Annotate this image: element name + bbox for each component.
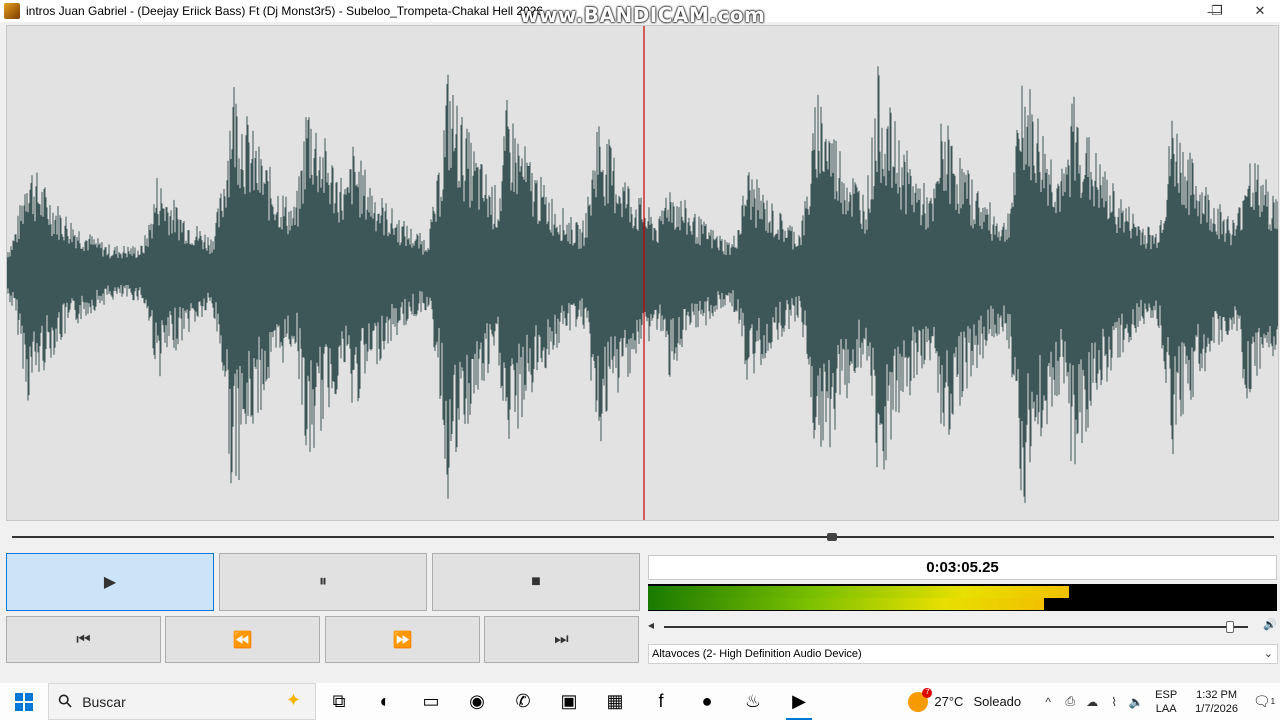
search-icon: ⚲ (53, 689, 77, 713)
red-app-icon[interactable]: ◉ (454, 683, 500, 720)
clock-date: 1/7/2026 (1195, 702, 1238, 715)
taskbar-apps: ⧉ ◐ ▭ ◉ ✆ ▣ ▦ f ● ♨ ▶ (316, 683, 822, 720)
previous-button[interactable]: ⏮ (6, 616, 161, 663)
bandicam-record-icon[interactable]: ● (684, 683, 730, 720)
weather-badge: 7 (922, 687, 933, 698)
language-code: ESP (1155, 688, 1178, 701)
volume-track[interactable] (664, 626, 1248, 628)
level-meter-right (648, 598, 1045, 610)
close-button[interactable]: ✕ (1238, 0, 1280, 22)
green-app-icon[interactable]: ▦ (592, 683, 638, 720)
weather-sun-icon[interactable]: 7 (908, 687, 933, 712)
player-app-icon[interactable]: ▶ (776, 683, 822, 720)
speaker-icon[interactable]: 🔈 (1125, 695, 1147, 709)
seek-slider[interactable] (12, 533, 1274, 541)
facebook-icon[interactable]: f (638, 683, 684, 720)
system-tray: 7 27°C Soleado ^ ⎙ ☁ ⌇ 🔈 ESP LAA 1:32 PM… (908, 683, 1280, 720)
app-icon (4, 3, 20, 19)
output-device-label: Altavoces (2- High Definition Audio Devi… (652, 648, 862, 660)
keyboard-layout: LAA (1155, 702, 1177, 715)
level-meter (648, 584, 1277, 611)
task-view-icon[interactable]: ⧉ (316, 683, 362, 720)
folder-icon[interactable]: ▭ (408, 683, 454, 720)
taskbar: ⚲ Buscar ✦ ⧉ ◐ ▭ ◉ ✆ ▣ ▦ f ● ♨ ▶ 7 27°C Soleado ^ … (0, 683, 1280, 720)
taskbar-search[interactable]: ⚲ Buscar ✦ (48, 683, 316, 720)
meet-now-icon[interactable]: ⎙ (1059, 694, 1081, 709)
weather-condition[interactable]: Soleado (973, 694, 1021, 709)
windows-icon (15, 692, 33, 711)
level-meter-left (648, 586, 1070, 598)
fast-forward-button[interactable]: ⏩ (325, 616, 480, 663)
restore-button[interactable]: ❐ (1195, 0, 1239, 22)
show-hidden-icons-icon[interactable]: ^ (1037, 695, 1059, 709)
fl-studio-icon[interactable]: ♨ (730, 683, 776, 720)
output-device-select[interactable]: Altavoces (2- High Definition Audio Devi… (648, 644, 1278, 664)
rewind-button[interactable]: ⏪ (165, 616, 320, 663)
play-button[interactable]: ▶ (6, 553, 214, 611)
notification-count: 1 (1270, 697, 1276, 706)
time-display: 0:03:05.25 (648, 555, 1277, 580)
sparkle-icon: ✦ (285, 690, 301, 710)
volume-thumb[interactable] (1226, 621, 1235, 633)
seek-track[interactable] (12, 536, 1274, 538)
onedrive-icon[interactable]: ☁ (1081, 695, 1103, 709)
volume-slider[interactable]: ◂ 🔊 (648, 618, 1277, 636)
search-placeholder: Buscar (82, 693, 126, 710)
pause-button[interactable]: ⏸ (219, 553, 427, 611)
waveform-display[interactable] (6, 25, 1279, 521)
volume-low-icon: ◂ (648, 618, 655, 632)
seek-thumb[interactable] (827, 533, 838, 541)
stop-button[interactable]: ■ (432, 553, 640, 611)
notification-center-button[interactable]: 🗨 1 (1248, 693, 1280, 710)
volume-high-icon: 🔊 (1263, 619, 1277, 631)
network-icon[interactable]: ⌇ (1103, 695, 1125, 709)
language-indicator[interactable]: ESP LAA (1155, 688, 1177, 716)
notification-icon: 🗨 (1252, 693, 1271, 709)
clock-time: 1:32 PM (1196, 688, 1238, 701)
window-title: intros Juan Gabriel - (Deejay Eriick Bas… (26, 4, 544, 18)
whatsapp-icon[interactable]: ✆ (500, 683, 546, 720)
waveform-path (7, 66, 1278, 503)
clock[interactable]: 1:32 PM 1/7/2026 (1195, 688, 1238, 716)
bandicam-watermark: www.BANDICAM.com (520, 3, 766, 27)
weather-temp[interactable]: 27°C (934, 694, 963, 709)
edge-icon[interactable]: ◐ (362, 683, 408, 720)
next-button[interactable]: ⏭ (484, 616, 639, 663)
waveform-svg (7, 26, 1278, 520)
chevron-down-icon: ⌄ (1263, 648, 1273, 660)
dark-app-icon[interactable]: ▣ (546, 683, 592, 720)
start-button[interactable] (0, 683, 48, 720)
